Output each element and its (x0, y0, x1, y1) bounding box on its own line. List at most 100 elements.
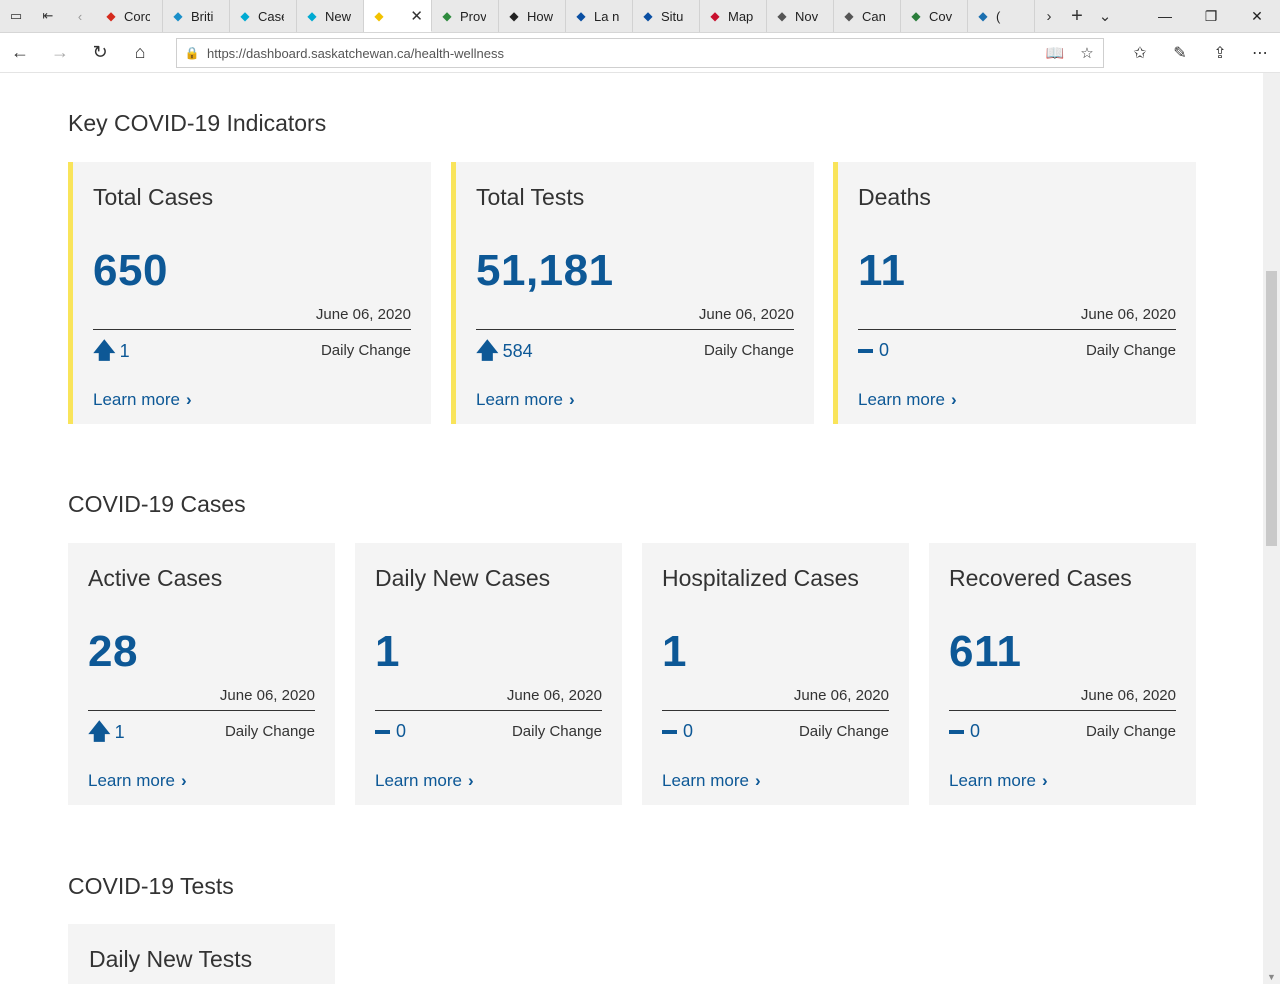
card-date: June 06, 2020 (315, 306, 411, 323)
card-title: Recovered Cases (949, 565, 1132, 591)
card-value: 650 (93, 246, 168, 295)
learn-more-link[interactable]: Learn more › (93, 390, 192, 410)
favorites-icon[interactable]: ✩ (1120, 33, 1160, 73)
card-value: 11 (858, 246, 906, 295)
tab-label: Corc (124, 8, 150, 24)
learn-more-text[interactable]: Learn more (88, 771, 175, 791)
quebec-icon: ◆ (643, 9, 653, 23)
window-controls: — ❐ ✕ (1142, 0, 1280, 32)
vertical-scrollbar[interactable]: ▼ (1263, 73, 1280, 984)
close-tab-icon[interactable]: ✕ (410, 7, 423, 25)
tabs-scroll-right-icon[interactable]: › (1035, 0, 1063, 32)
refresh-icon[interactable]: ↻ (80, 33, 120, 73)
daily-change-label: Daily Change (703, 342, 794, 359)
browser-tab[interactable]: ◆ Corc (96, 0, 163, 32)
lock-icon: 🔒 (184, 46, 200, 60)
daily-change-label: Daily Change (1085, 342, 1176, 359)
new-tab-icon[interactable]: + (1063, 0, 1091, 32)
browser-tab[interactable]: ◆( (968, 0, 1035, 32)
card-date: June 06, 2020 (506, 687, 602, 704)
browser-tab[interactable]: ◆ Prov (432, 0, 499, 32)
chevron-right-icon: › (185, 390, 192, 409)
metric-card-total-cases: Total Cases 650 June 06, 2020 🡅 1 Daily Chang… (68, 162, 431, 424)
card-title: Deaths (858, 184, 931, 210)
learn-more-link[interactable]: Learn more › (476, 390, 575, 410)
browser-tab[interactable]: ◆ Briti (163, 0, 230, 32)
tab-preview-icon[interactable]: ▭ (0, 0, 32, 32)
chevron-right-icon: › (568, 390, 575, 409)
browser-tab[interactable]: ◆ Nov (767, 0, 834, 32)
card-value: 611 (949, 627, 1022, 676)
minimize-icon[interactable]: — (1142, 0, 1188, 32)
browser-tab[interactable]: ◆ ✕ (364, 0, 432, 32)
ns-icon: ◆ (777, 9, 787, 23)
tab-strip: ◆Corc◆Briti◆Case◆New◆✕◆Prov◆How◆La n◆Sit… (96, 0, 1035, 32)
learn-more-link[interactable]: Learn more › (949, 771, 1048, 791)
tab-list-chevron-icon[interactable]: ⌄ (1091, 0, 1119, 32)
more-menu-icon[interactable]: ⋯ (1240, 33, 1280, 73)
daily-change-label: Daily Change (224, 723, 315, 740)
tabs-scroll-left-icon[interactable]: ‹ (64, 0, 96, 32)
alberta-icon: ◆ (240, 9, 250, 23)
chevron-right-icon: › (950, 390, 957, 409)
browser-tab[interactable]: ◆ Cov (901, 0, 968, 32)
scrollbar-thumb[interactable] (1266, 271, 1277, 546)
browser-tab-bar: ▭ ⇤ ‹ ◆Corc◆Briti◆Case◆New◆✕◆Prov◆How◆La… (0, 0, 1280, 33)
scroll-down-arrow-icon[interactable]: ▼ (1263, 972, 1280, 982)
tab-label: Map (728, 8, 754, 24)
learn-more-link[interactable]: Learn more › (858, 390, 957, 410)
ontario-icon: ◆ (509, 9, 519, 23)
tab-label: How (527, 8, 553, 24)
tab-label: Prov (460, 8, 486, 24)
alberta-icon: ◆ (307, 9, 317, 23)
learn-more-text[interactable]: Learn more (375, 771, 462, 791)
learn-more-text[interactable]: Learn more (949, 771, 1036, 791)
notes-pen-icon[interactable]: ✎ (1160, 33, 1200, 73)
restore-icon[interactable]: ❐ (1188, 0, 1234, 32)
daily-change-label: Daily Change (320, 342, 411, 359)
metric-card-daily-new-cases: Daily New Cases 1 June 06, 2020 0 Daily Chan… (355, 543, 622, 805)
card-title: Hospitalized Cases (662, 565, 859, 591)
browser-tab[interactable]: ◆ How (499, 0, 566, 32)
card-date: June 06, 2020 (1080, 687, 1176, 704)
toolbar-right: ✩ ✎ ⇪ ⋯ (1120, 33, 1280, 73)
metric-card-deaths: Deaths 11 June 06, 2020 0 Daily Change Learn … (833, 162, 1196, 424)
card-title: Total Cases (93, 184, 214, 210)
browser-tab[interactable]: ◆ Can (834, 0, 901, 32)
set-aside-tabs-icon[interactable]: ⇤ (32, 0, 64, 32)
learn-more-link[interactable]: Learn more › (662, 771, 761, 791)
card-date: June 06, 2020 (698, 306, 794, 323)
metric-card-active-cases: Active Cases 28 June 06, 2020 🡅 1 Daily Chang… (68, 543, 335, 805)
learn-more-text[interactable]: Learn more (858, 390, 945, 410)
browser-tab[interactable]: ◆ Map (700, 0, 767, 32)
tab-label: Case (258, 8, 284, 24)
card-date: June 06, 2020 (219, 687, 315, 704)
learn-more-link[interactable]: Learn more › (88, 771, 187, 791)
close-window-icon[interactable]: ✕ (1234, 0, 1280, 32)
browser-tab[interactable]: ◆ Situ (633, 0, 700, 32)
browser-tab[interactable]: ◆ Case (230, 0, 297, 32)
browser-tab[interactable]: ◆ New (297, 0, 364, 32)
url-field[interactable]: 🔒 https://dashboard.saskatchewan.ca/heal… (176, 38, 1104, 68)
reading-view-icon[interactable]: 📖 (1039, 44, 1071, 62)
card-date: June 06, 2020 (793, 687, 889, 704)
nl-icon: ◆ (978, 9, 988, 23)
section-title-cases: COVID-19 Cases (68, 491, 246, 517)
forward-icon[interactable]: → (40, 33, 80, 73)
url-text[interactable]: https://dashboard.saskatchewan.ca/health… (207, 46, 1039, 61)
learn-more-link[interactable]: Learn more › (375, 771, 474, 791)
tab-label: Cov (929, 8, 953, 24)
home-icon[interactable]: ⌂ (120, 33, 160, 73)
metric-card-hospitalized-cases: Hospitalized Cases 1 June 06, 2020 0 Daily C… (642, 543, 909, 805)
learn-more-text[interactable]: Learn more (93, 390, 180, 410)
browser-tab[interactable]: ◆ La n (566, 0, 633, 32)
favorite-star-icon[interactable]: ☆ (1071, 44, 1103, 62)
back-icon[interactable]: ← (0, 33, 40, 73)
section-title-key-indicators: Key COVID-19 Indicators (68, 110, 327, 136)
share-icon[interactable]: ⇪ (1200, 33, 1240, 73)
chevron-right-icon: › (467, 771, 474, 790)
chevron-right-icon: › (1041, 771, 1048, 790)
card-divider (93, 329, 411, 330)
learn-more-text[interactable]: Learn more (476, 390, 563, 410)
learn-more-text[interactable]: Learn more (662, 771, 749, 791)
